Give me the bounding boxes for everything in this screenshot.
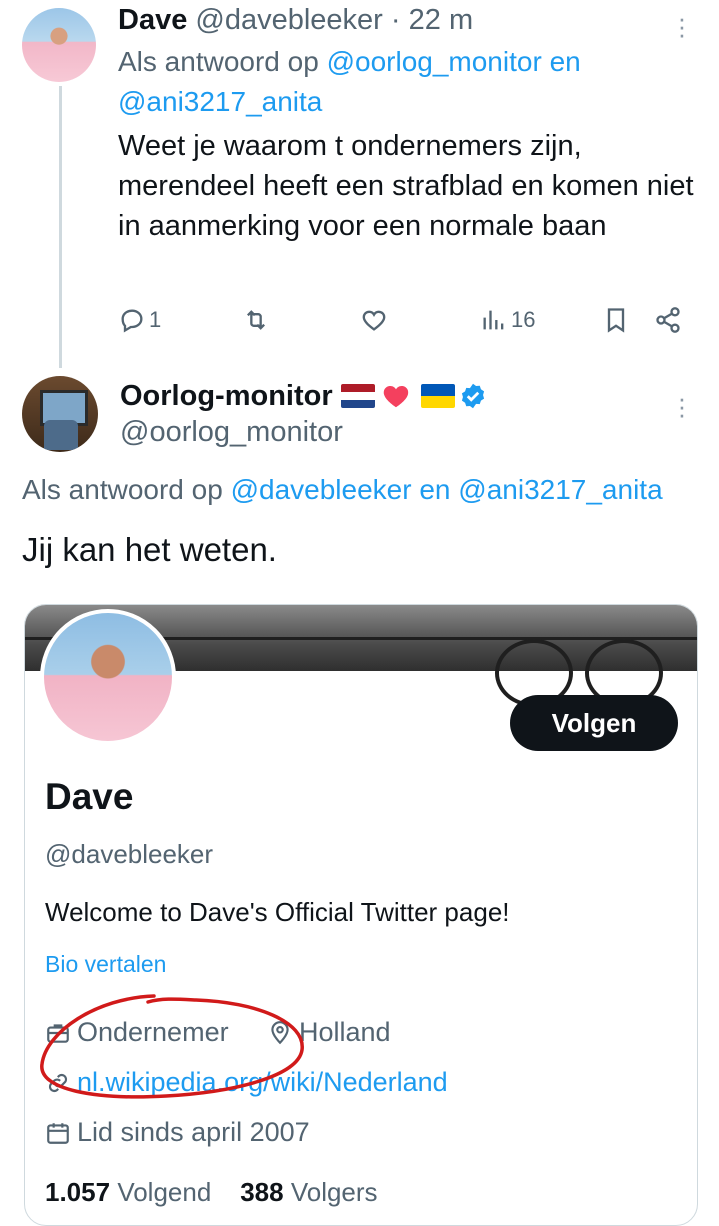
reply-mention-link[interactable]: @ani3217_anita	[458, 474, 662, 505]
profile-card[interactable]: Volgen Dave @davebleeker Welcome to Dave…	[24, 604, 698, 1226]
author-name-row: Oorlog-monitor	[120, 376, 487, 416]
bookmark-button[interactable]	[602, 300, 630, 340]
red-annotation-circle	[40, 994, 304, 1099]
bookmark-icon	[607, 308, 625, 333]
author-name[interactable]: Dave	[118, 4, 187, 36]
reply-context: Als antwoord op @davebleeker en @ani3217…	[22, 470, 719, 510]
reply-count: 1	[149, 307, 162, 332]
reply-mention-link[interactable]: @ani3217_anita	[118, 86, 322, 117]
netherlands-flag-icon	[340, 384, 375, 408]
tweet-text: Weet je waarom t ondernemers zijn, meren…	[118, 130, 694, 242]
reply-prefix: Als antwoord op	[22, 474, 223, 505]
reply-mention-link[interactable]: @davebleeker	[231, 474, 412, 505]
ukraine-flag-icon	[420, 384, 455, 408]
like-button[interactable]	[360, 300, 388, 340]
views-button[interactable]: 16	[480, 300, 535, 340]
retweet-button[interactable]	[242, 300, 270, 340]
reply-icon	[121, 309, 143, 333]
following-label: Volgend	[117, 1177, 212, 1207]
followers-count: 388	[240, 1177, 284, 1207]
translate-bio-link[interactable]: Bio vertalen	[45, 951, 166, 978]
profile-handle: @davebleeker	[45, 839, 214, 869]
share-icon	[656, 307, 680, 333]
follow-button[interactable]: Volgen	[510, 695, 678, 751]
joined-text: Lid sinds april 2007	[77, 1117, 310, 1147]
verified-badge-icon	[461, 383, 484, 409]
avatar-image-figure	[44, 420, 78, 450]
following-link[interactable]: 1.057 Volgend	[45, 1177, 211, 1207]
author-name[interactable]: Oorlog-monitor	[120, 376, 333, 416]
calendar-icon	[47, 1122, 69, 1144]
avatar[interactable]	[22, 376, 98, 452]
followers-label: Volgers	[290, 1177, 378, 1207]
reply-prefix: Als antwoord op	[118, 46, 319, 77]
location-text: Holland	[299, 1017, 391, 1047]
reply-context: Als antwoord op @oorlog_monitor en @ani3…	[118, 42, 678, 122]
author-handle[interactable]: @davebleeker	[195, 4, 382, 36]
avatar[interactable]	[22, 8, 96, 82]
author-handle[interactable]: @oorlog_monitor	[120, 414, 343, 450]
profile-joined: Lid sinds april 2007	[45, 1117, 310, 1148]
tweet-header: Dave @davebleeker · 22 m	[118, 2, 473, 38]
thread-line	[59, 86, 62, 368]
heart-icon	[362, 310, 386, 331]
red-heart-icon	[383, 386, 408, 408]
following-count: 1.057	[45, 1177, 111, 1207]
reply-button[interactable]: 1	[118, 300, 161, 340]
more-options-icon[interactable]: · · ·	[670, 385, 694, 427]
followers-link[interactable]: 388 Volgers	[240, 1177, 377, 1207]
profile-bio: Welcome to Dave's Official Twitter page!	[45, 897, 510, 927]
views-count: 16	[511, 307, 536, 332]
follow-counts: 1.057 Volgend 388 Volgers	[45, 1177, 378, 1208]
reply-and: en	[419, 474, 451, 505]
timestamp[interactable]: 22 m	[409, 4, 473, 36]
retweet-icon	[247, 310, 265, 330]
profile-name: Dave	[45, 776, 134, 817]
reply-and: en	[549, 46, 581, 77]
profile-avatar[interactable]	[40, 609, 176, 745]
tweet-actions: 1 16	[118, 300, 693, 340]
more-options-icon[interactable]: · · ·	[670, 5, 694, 47]
tweet-text: Jij kan het weten.	[22, 531, 277, 568]
reply-mention-link[interactable]: @oorlog_monitor	[327, 46, 542, 77]
analytics-icon	[483, 310, 504, 330]
share-button[interactable]	[654, 300, 682, 340]
separator: ·	[390, 4, 401, 36]
